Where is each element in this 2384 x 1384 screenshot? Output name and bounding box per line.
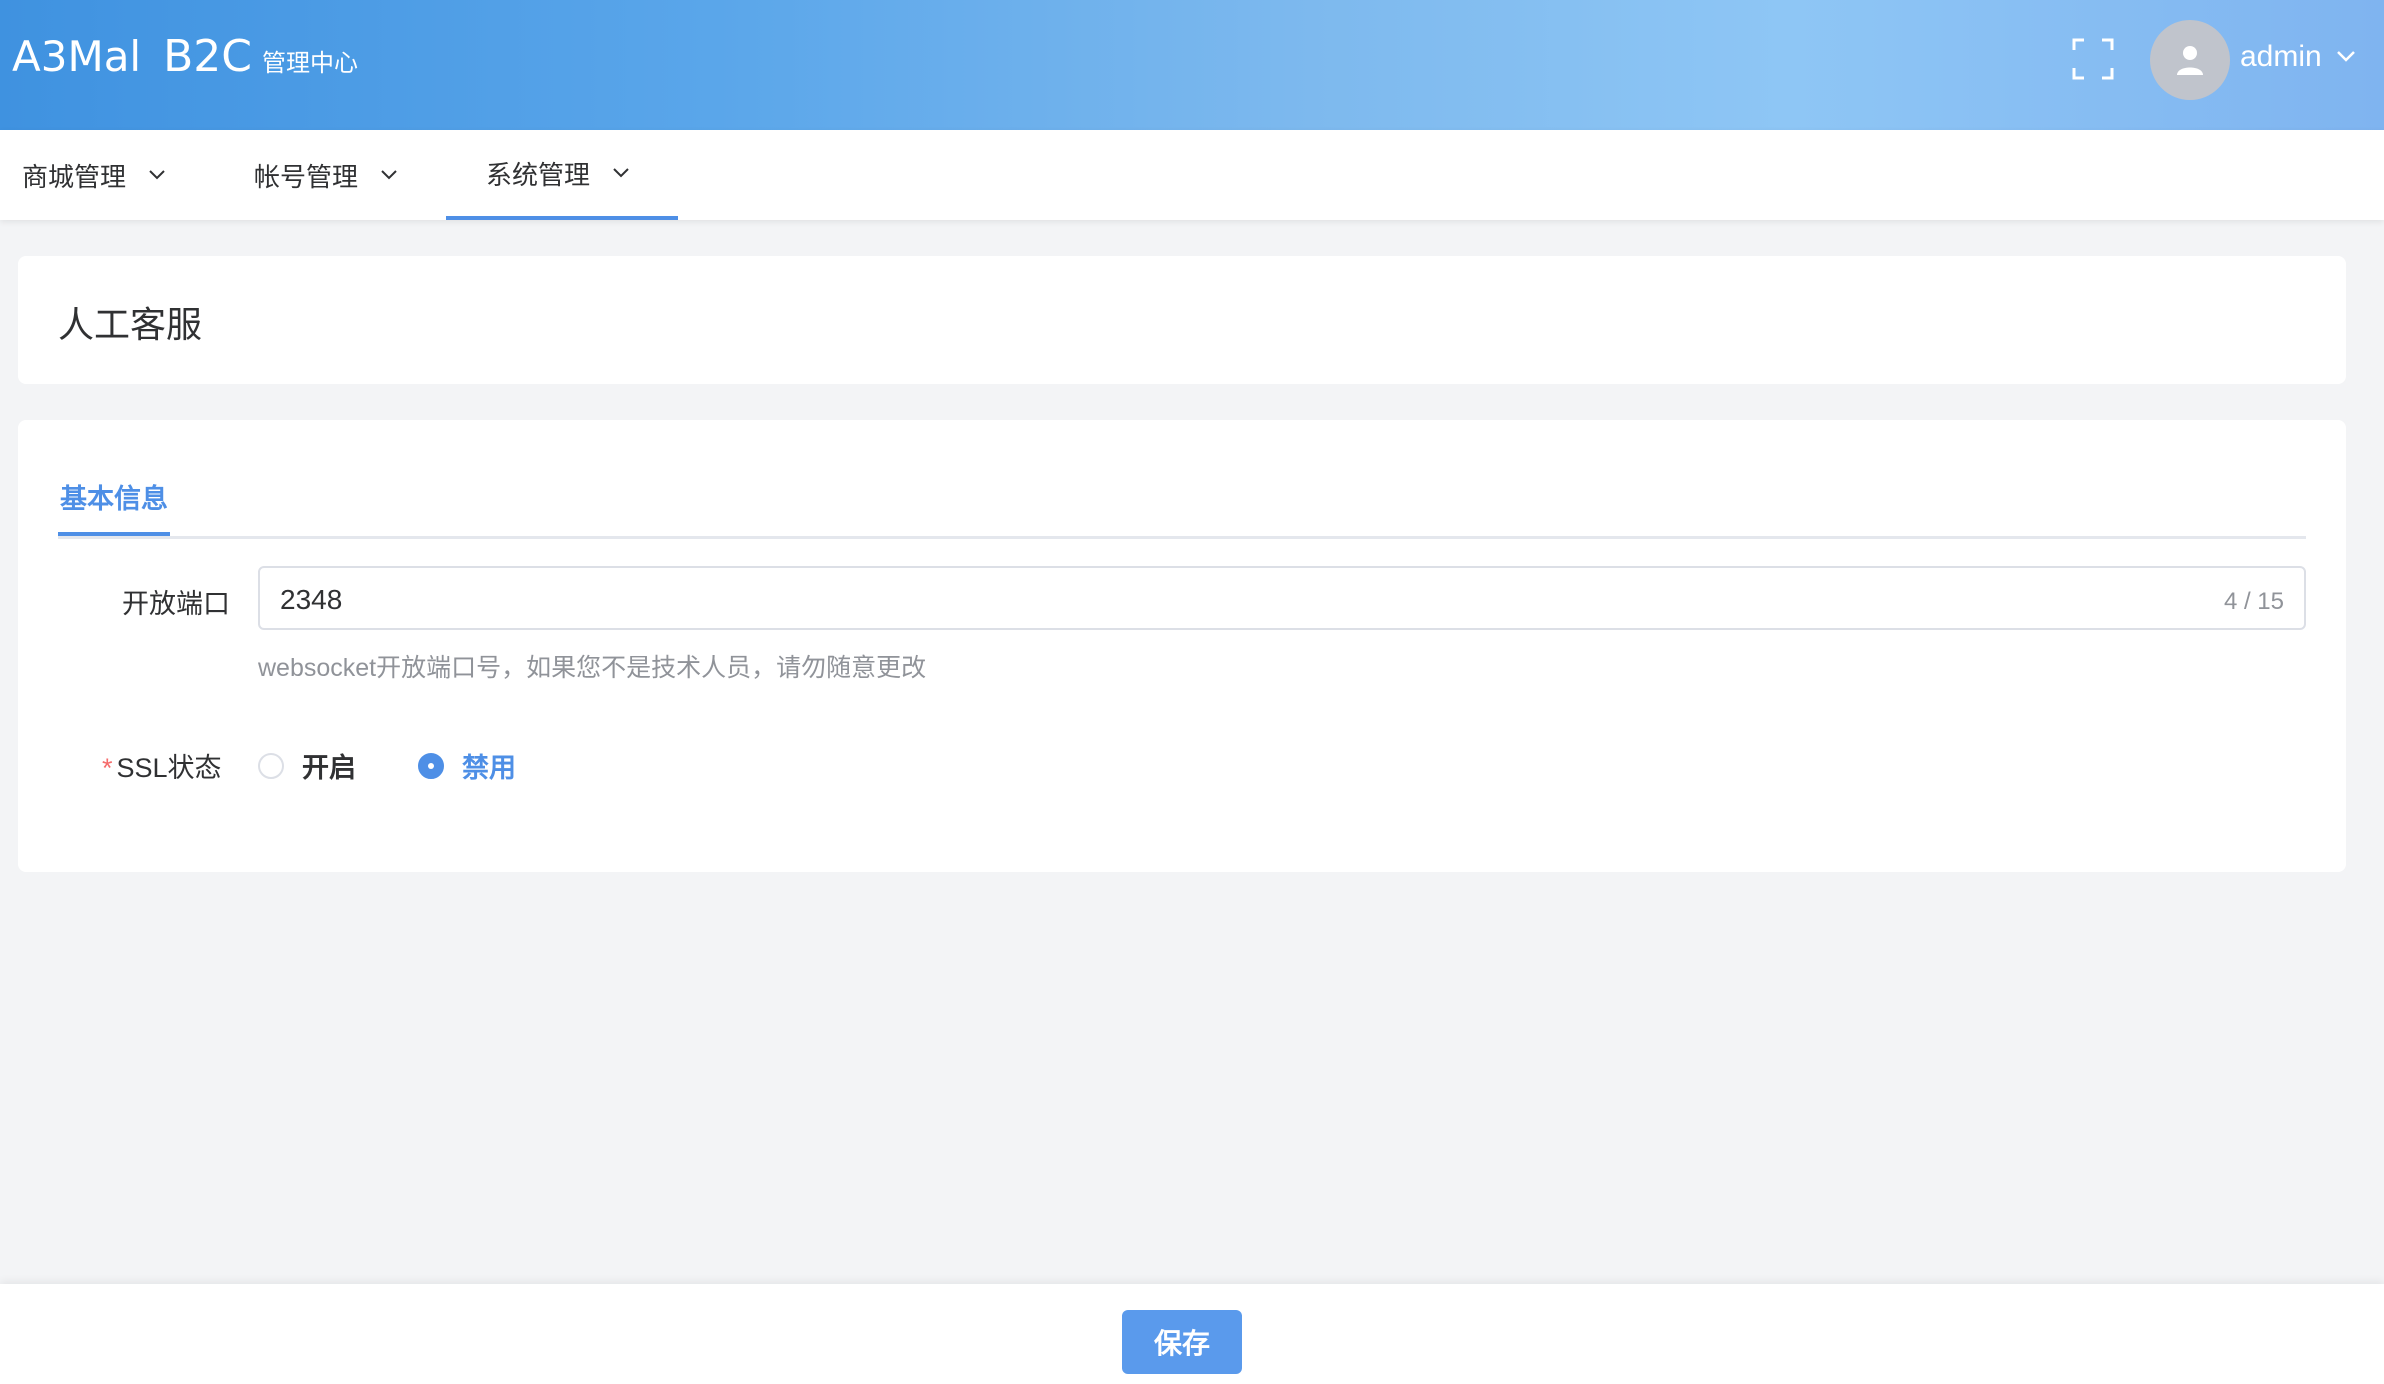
port-hint: websocket开放端口号，如果您不是技术人员，请勿随意更改 <box>258 654 927 682</box>
port-input[interactable]: 2348 4 / 15 <box>258 566 2306 630</box>
port-label: 开放端口 <box>122 589 230 619</box>
nav-item-label: 系统管理 <box>486 159 591 190</box>
logo-product: B2C <box>163 30 253 82</box>
nav-item-label: 帐号管理 <box>254 161 359 192</box>
user-icon <box>2177 46 2203 75</box>
radio-circle <box>418 752 444 779</box>
avatar[interactable] <box>2150 20 2230 100</box>
logo-subtitle: 管理中心 <box>262 49 359 77</box>
ssl-radio-disable[interactable]: 禁用 <box>418 746 516 785</box>
top-header: A3Mal B2C 管理中心 admin <box>0 0 2384 130</box>
ssl-label: SSL状态 <box>116 753 222 783</box>
chevron-down-icon[interactable] <box>2334 44 2358 68</box>
tab-basic-info[interactable]: 基本信息 <box>58 476 170 536</box>
ssl-radio-enable[interactable]: 开启 <box>258 746 356 785</box>
username[interactable]: admin <box>2240 40 2322 74</box>
radio-circle <box>258 752 284 779</box>
nav-item-label: 商城管理 <box>22 161 127 192</box>
nav-item-account[interactable]: 帐号管理 <box>254 130 400 220</box>
logo-mark: A3Mal <box>12 31 142 81</box>
radio-label: 开启 <box>302 753 356 783</box>
page-title: 人工客服 <box>58 304 203 345</box>
radio-label: 禁用 <box>462 753 516 783</box>
logo[interactable]: A3Mal B2C 管理中心 <box>12 28 358 84</box>
chevron-down-icon <box>381 170 397 180</box>
form-card: 基本信息 开放端口 2348 4 / 15 websocket开放端口号，如果您… <box>18 420 2346 872</box>
nav-item-system[interactable]: 系统管理 <box>446 130 678 220</box>
save-button[interactable]: 保存 <box>1122 1310 1242 1374</box>
port-input-value: 2348 <box>280 584 343 615</box>
port-char-count: 4 / 15 <box>2223 588 2284 615</box>
tabs: 基本信息 <box>58 476 2306 539</box>
page-title-card: 人工客服 <box>18 256 2346 384</box>
chevron-down-icon <box>149 170 165 180</box>
ssl-label-wrap: * SSL状态 <box>102 746 222 785</box>
main-nav: 商城管理 帐号管理 系统管理 <box>0 130 2384 220</box>
required-mark: * <box>102 753 113 783</box>
fullscreen-icon[interactable] <box>2072 38 2114 80</box>
footer-bar: 保存 <box>0 1284 2384 1384</box>
chevron-down-icon <box>613 168 629 178</box>
nav-item-mall[interactable]: 商城管理 <box>22 130 168 220</box>
